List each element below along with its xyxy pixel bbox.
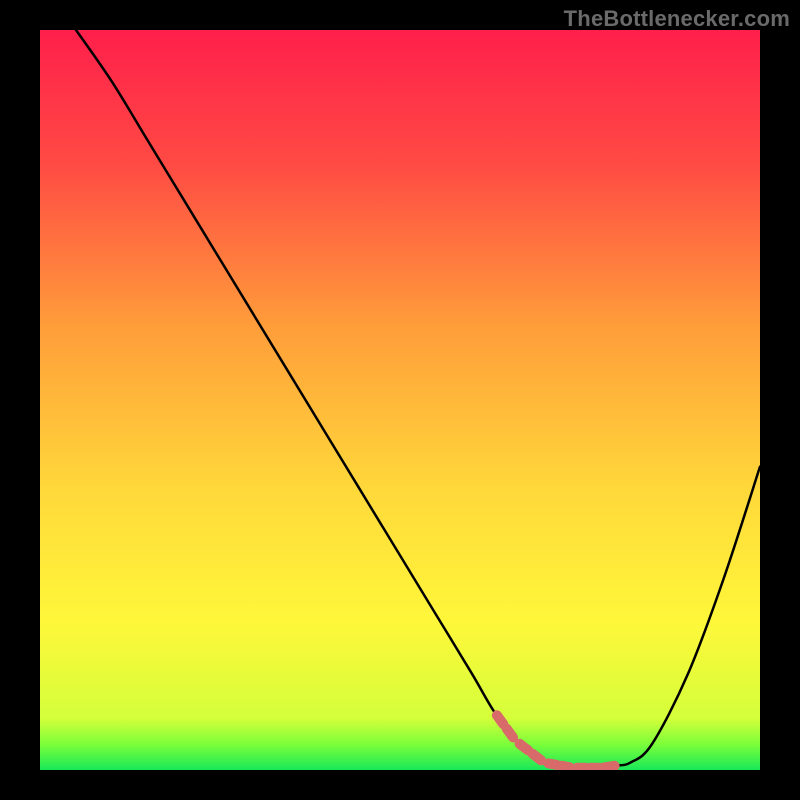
chart-background-gradient (40, 30, 760, 770)
chart-plot-area (40, 30, 760, 770)
watermark-text: TheBottlenecker.com (564, 6, 790, 32)
